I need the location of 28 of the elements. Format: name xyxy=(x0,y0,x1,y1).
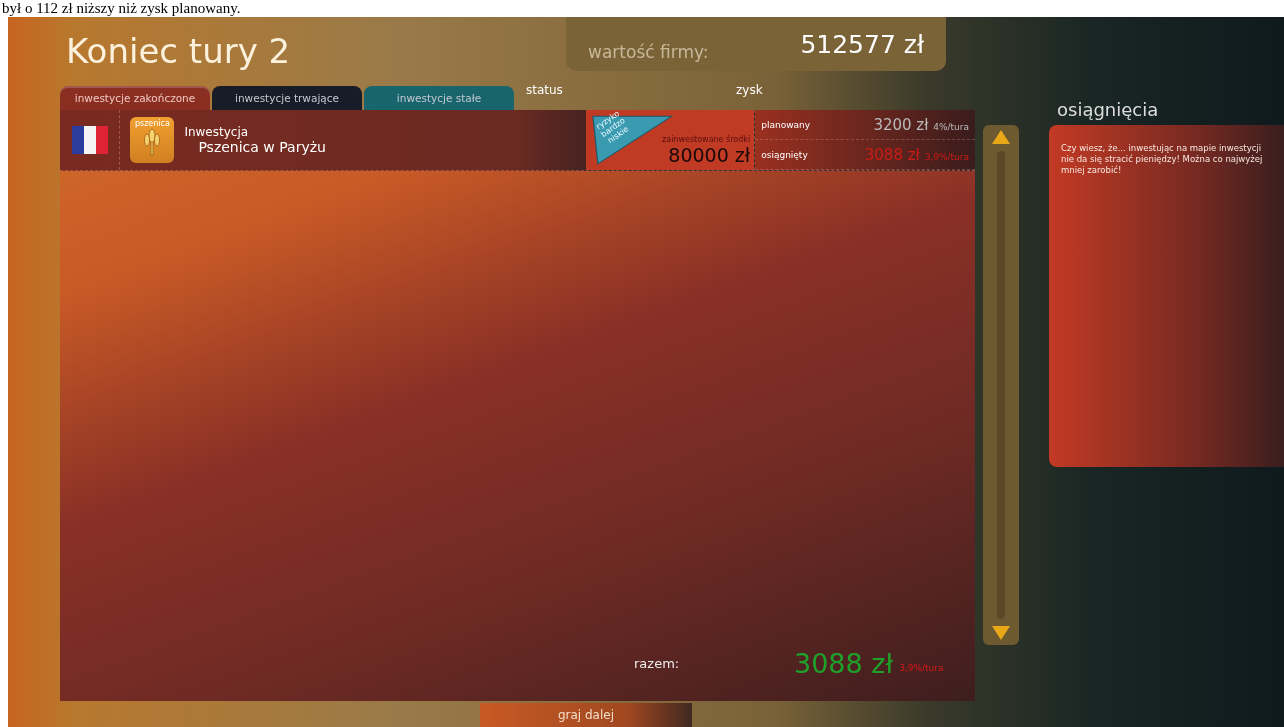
investment-name: Pszenica w Paryżu xyxy=(197,139,326,156)
planned-label: planowany xyxy=(761,119,811,130)
continue-button[interactable]: graj dalej xyxy=(480,703,692,727)
screen-title: Koniec tury 2 xyxy=(65,30,292,73)
company-value-label: wartość firmy: xyxy=(588,41,709,62)
achieved-profit: 3088 zł 3,9%/tura xyxy=(864,145,969,164)
achieved-label: osiągnięty xyxy=(761,149,808,160)
product-tag: pszenica xyxy=(134,117,170,129)
column-header: status xyxy=(526,81,564,97)
company-value: 512577 zł xyxy=(800,29,924,59)
flag-icon xyxy=(71,126,108,155)
tab[interactable]: inwestycje zakończone xyxy=(60,86,210,111)
scrollbar[interactable] xyxy=(983,125,1019,645)
tip-text: Czy wiesz, że... inwestując na mapie inwestycji nie da się stracić pieniędzy! Można co najwyżej mniej zarobić! xyxy=(1061,143,1264,176)
column-header: zysk xyxy=(736,81,763,97)
invested-label: zainwestowane środki xyxy=(662,135,751,145)
achievements-title: osiągnięcia xyxy=(1056,98,1160,122)
total-label: razem: xyxy=(634,655,681,671)
caption-text: był o 112 zł niższy niż zysk planowany. xyxy=(1,0,242,17)
total-rate: 3,9%/tura xyxy=(899,662,944,673)
invested-amount: 80000 zł xyxy=(668,144,751,167)
total-profit: 3088 zł xyxy=(794,647,894,679)
planned-profit: 3200 zł 4%/tura xyxy=(873,115,969,134)
tab[interactable]: inwestycje stałe xyxy=(364,86,514,111)
scroll-down-icon[interactable] xyxy=(991,625,1011,641)
scroll-up-icon[interactable] xyxy=(991,129,1011,145)
investment-label: Inwestycja xyxy=(184,125,250,140)
tab[interactable]: inwestycje trwające xyxy=(212,86,362,111)
